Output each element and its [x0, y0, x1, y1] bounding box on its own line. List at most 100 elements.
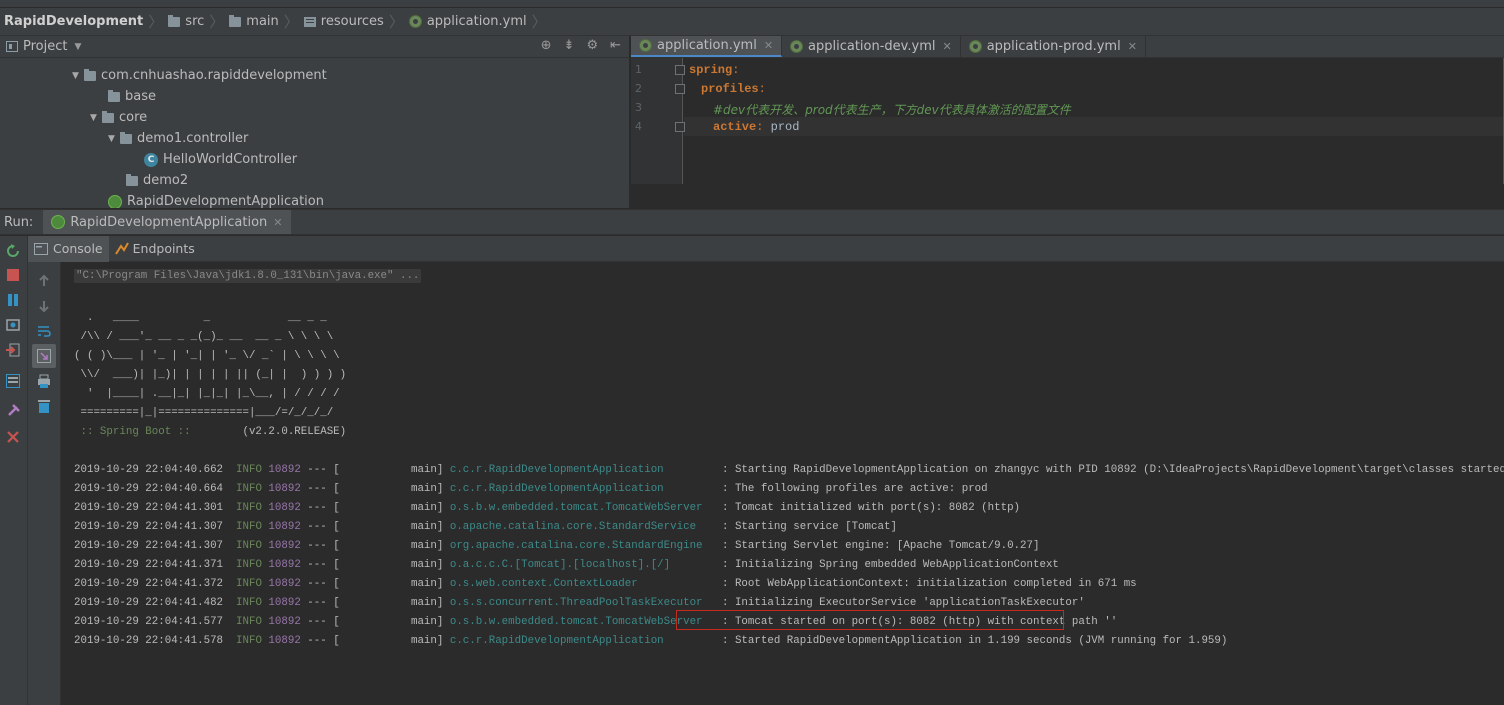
folder-icon [229, 14, 242, 27]
console-tabs: Console Endpoints [28, 235, 1504, 262]
scroll-to-end-toggle[interactable] [32, 344, 56, 368]
line-number: 3 [635, 101, 642, 114]
arrow-down-icon[interactable] [37, 299, 51, 313]
tab-label: application-dev.yml [808, 39, 936, 54]
scroll-to-end-icon [37, 349, 51, 363]
java-class-icon: C [144, 152, 158, 167]
close-icon[interactable]: ✕ [1128, 40, 1137, 53]
code-line-2[interactable]: profiles: [701, 82, 766, 96]
tab-label: application-prod.yml [986, 39, 1121, 54]
arrow-up-icon[interactable] [37, 274, 51, 288]
breadcrumb-main[interactable]: main [229, 14, 279, 29]
banner-line: /\\ / ___'_ __ _ _(_)_ __ __ _ \ \ \ \ [74, 331, 334, 343]
folder-icon [108, 89, 120, 102]
yaml-file-icon [968, 40, 982, 53]
project-panel-title[interactable]: Project [23, 39, 67, 54]
tree-item-core[interactable]: ▼ core [90, 107, 147, 128]
tree-item-package[interactable]: ▼ com.cnhuashao.rapiddevelopment [72, 65, 327, 86]
tree-item-label: core [119, 110, 148, 125]
springboot-label: :: Spring Boot :: [74, 426, 198, 438]
tab-application-yml[interactable]: application.yml ✕ [631, 36, 783, 57]
banner-line: ( ( )\___ | '_ | '_| | '_ \/ _` | \ \ \ … [74, 350, 340, 362]
project-toolbar: ⊕ ⇟ ⚙ ⇤ [541, 38, 621, 53]
line-gutter: 1 2 3 4 [631, 58, 685, 184]
tree-item-label: com.cnhuashao.rapiddevelopment [101, 68, 327, 83]
yaml-key: profiles [701, 82, 759, 96]
chevron-down-icon[interactable]: ▼ [74, 42, 81, 52]
expand-triangle-icon[interactable]: ▼ [90, 113, 102, 123]
tree-item-demo1-controller[interactable]: ▼ demo1.controller [108, 128, 248, 149]
breadcrumb-resources[interactable]: resources [303, 14, 384, 29]
tab-label: Console [53, 241, 103, 256]
close-icon[interactable]: ✕ [764, 39, 773, 52]
breadcrumb-src[interactable]: src [168, 14, 204, 29]
tab-endpoints[interactable]: Endpoints [109, 236, 201, 262]
yaml-colon: : [758, 82, 766, 96]
tab-console[interactable]: Console [28, 235, 109, 262]
stop-icon[interactable] [6, 268, 20, 282]
fold-marker-icon[interactable] [675, 84, 685, 94]
line-number: 4 [635, 120, 642, 133]
code-line-4[interactable]: active: prod [713, 120, 799, 134]
log-line: 2019-10-29 22:04:41.578 INFO 10892 --- [… [74, 635, 1228, 647]
tree-item-label: base [125, 89, 156, 104]
log-line: 2019-10-29 22:04:41.307 INFO 10892 --- [… [74, 540, 1040, 552]
fold-marker-icon[interactable] [675, 122, 685, 132]
yaml-comment: #dev代表开发、prod代表生产，下方dev代表具体激活的配置文件 [713, 103, 1071, 117]
run-config-tab[interactable]: RapidDevelopmentApplication ✕ [43, 210, 291, 234]
pin-icon[interactable] [6, 404, 20, 418]
soft-wrap-icon[interactable] [37, 324, 51, 338]
package-icon [84, 68, 96, 81]
run-toolbar [0, 236, 28, 705]
close-icon[interactable]: ✕ [273, 216, 282, 229]
exit-icon[interactable] [6, 343, 20, 357]
breadcrumb-file[interactable]: application.yml [408, 14, 527, 29]
breadcrumb-separator: 〉 [209, 13, 225, 31]
gear-icon[interactable]: ⚙ [586, 38, 598, 53]
run-label: Run: [4, 214, 34, 230]
code-line-1[interactable]: spring: [689, 63, 739, 77]
project-icon [6, 41, 18, 52]
tree-item-helloworldcontroller[interactable]: C HelloWorldController [144, 149, 297, 170]
dump-threads-icon[interactable] [6, 318, 20, 332]
tree-item-label: RapidDevelopmentApplication [127, 194, 324, 208]
folder-icon [126, 173, 138, 186]
banner-line: \\/ ___)| |_)| | | | | || (_| | ) ) ) ) [74, 369, 347, 381]
collapse-icon[interactable]: ⇟ [564, 38, 575, 53]
resources-folder-icon [303, 16, 316, 27]
trash-icon[interactable] [37, 399, 51, 413]
breadcrumb-separator: 〉 [531, 13, 547, 31]
line-number: 2 [635, 82, 642, 95]
springboot-version-line: :: Spring Boot :: (v2.2.0.RELEASE) [74, 426, 346, 438]
yaml-key: active [713, 120, 757, 134]
breadcrumb: RapidDevelopment 〉 src 〉 main 〉 resource… [0, 8, 1504, 36]
tree-item-rapiddevelopmentapplication[interactable]: RapidDevelopmentApplication [108, 191, 324, 208]
locate-icon[interactable]: ⊕ [541, 38, 552, 53]
layout-icon[interactable] [6, 374, 20, 388]
line-number: 1 [635, 63, 642, 76]
tab-application-dev-yml[interactable]: application-dev.yml ✕ [782, 36, 961, 57]
fold-marker-icon[interactable] [675, 65, 685, 75]
tree-item-demo2[interactable]: demo2 [126, 170, 188, 191]
breadcrumb-separator: 〉 [388, 13, 404, 31]
print-icon[interactable] [37, 374, 51, 388]
code-line-3[interactable]: #dev代表开发、prod代表生产，下方dev代表具体激活的配置文件 [713, 101, 1071, 118]
current-line-highlight [684, 117, 1504, 136]
console-output[interactable]: "C:\Program Files\Java\jdk1.8.0_131\bin\… [62, 262, 1504, 705]
rerun-icon[interactable] [6, 244, 20, 258]
breadcrumb-project[interactable]: RapidDevelopment [4, 14, 143, 29]
close-icon[interactable]: ✕ [942, 40, 951, 53]
tab-application-prod-yml[interactable]: application-prod.yml ✕ [961, 36, 1146, 57]
expand-triangle-icon[interactable]: ▼ [72, 71, 84, 81]
pause-icon[interactable] [6, 293, 20, 307]
close-icon[interactable] [6, 430, 20, 444]
banner-line: =========|_|==============|___/=/_/_/_/ [74, 407, 334, 419]
hide-icon[interactable]: ⇤ [610, 38, 621, 53]
log-line: 2019-10-29 22:04:41.482 INFO 10892 --- [… [74, 597, 1085, 609]
log-line: 2019-10-29 22:04:40.662 INFO 10892 --- [… [74, 464, 1504, 476]
run-config-label: RapidDevelopmentApplication [70, 214, 268, 230]
tree-item-base[interactable]: base [108, 86, 156, 107]
spring-boot-icon [108, 194, 122, 208]
banner-line: . ____ _ __ _ _ [74, 312, 327, 324]
expand-triangle-icon[interactable]: ▼ [108, 134, 120, 144]
